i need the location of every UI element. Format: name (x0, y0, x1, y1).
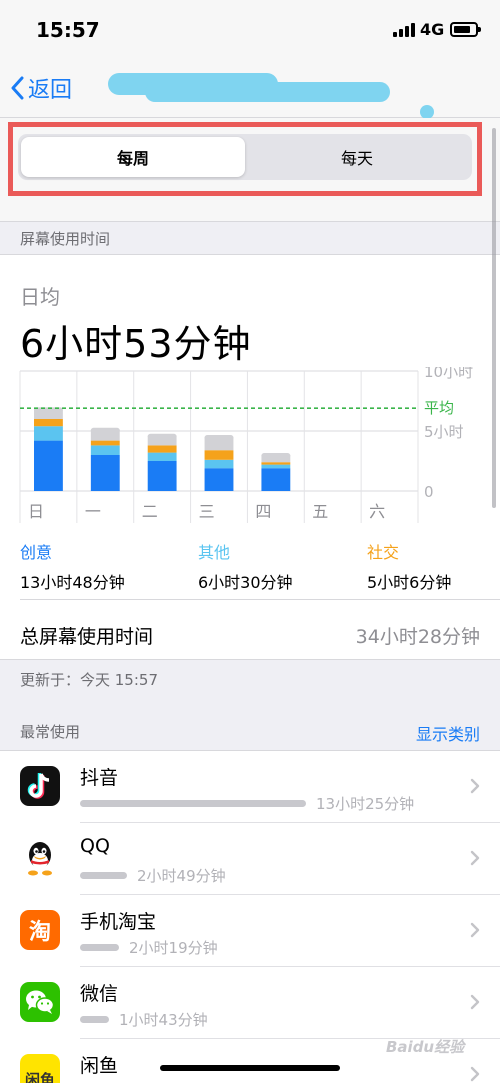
battery-icon (450, 22, 481, 37)
category-summary: 创意 13小时48分钟 其他 6小时30分钟 社交 5小时6分钟 (0, 539, 500, 599)
back-button[interactable]: 返回 (10, 70, 72, 106)
screen-time-card: 日均 6小时53分钟 日 一 二 三 四 五 六 平均 10小时 5小时 0 创意 13小时48分钟… (0, 254, 500, 660)
redacted-title (420, 105, 434, 119)
segmented-control: 每周 每天 (18, 134, 472, 180)
usage-bar (80, 800, 306, 807)
bar-segment (90, 445, 120, 455)
x-tick-label: 四 (255, 502, 271, 521)
updated-timestamp: 更新于：今天 15:57 (20, 671, 158, 689)
back-label: 返回 (28, 78, 73, 103)
bar-segment (261, 464, 291, 469)
total-value: 34小时28分钟 (355, 626, 480, 648)
xianyu-icon: 闲鱼 (20, 1054, 60, 1083)
bar-segment (204, 459, 234, 469)
tab-weekly[interactable]: 每周 (21, 137, 245, 177)
list-item-douyin[interactable]: 抖音 13小时25分钟 (0, 751, 500, 823)
status-bar: 15:57 4G (0, 0, 500, 60)
usage-bar (80, 1016, 109, 1023)
category-value: 5小时6分钟 (367, 573, 452, 592)
douyin-icon (20, 766, 60, 806)
x-tick-label: 日 (28, 502, 44, 521)
x-tick-label: 三 (199, 502, 215, 521)
chevron-right-icon (470, 1066, 480, 1082)
daily-average-value: 6小时53分钟 (20, 322, 252, 366)
tab-daily[interactable]: 每天 (245, 137, 469, 177)
bar-cap (90, 427, 120, 433)
category-name: 其他 (198, 543, 231, 562)
bar-segment (34, 426, 63, 441)
bar-segment (147, 461, 177, 491)
usage-bar (80, 944, 119, 951)
redacted-title (145, 82, 390, 102)
app-name: 微信 (80, 983, 119, 1005)
average-label: 平均 (424, 399, 454, 417)
usage-bar (80, 872, 127, 879)
category-value: 13小时48分钟 (20, 573, 125, 592)
usage-time: 1小时43分钟 (119, 1011, 208, 1029)
watermark: Baidu经验 (386, 1038, 465, 1056)
taobao-icon: 淘 (20, 910, 60, 950)
list-item-qq[interactable]: QQ 2小时49分钟 (0, 823, 500, 895)
y-tick-label: 0 (424, 483, 434, 501)
x-tick-label: 六 (369, 502, 385, 521)
bar-segment (204, 468, 234, 491)
home-indicator[interactable] (160, 1065, 340, 1071)
app-name: 闲鱼 (80, 1055, 119, 1077)
qq-icon (20, 838, 60, 878)
category-creativity: 创意 13小时48分钟 (20, 539, 125, 593)
bar-segment (34, 440, 63, 491)
list-item-wechat[interactable]: 微信 1小时43分钟 (0, 967, 500, 1039)
bar-segment (261, 468, 291, 491)
category-name: 社交 (367, 543, 400, 562)
chevron-right-icon (470, 850, 480, 866)
status-time: 15:57 (36, 18, 100, 42)
category-social: 社交 5小时6分钟 (367, 539, 451, 593)
section-header-screen-time: 屏幕使用时间 (20, 230, 111, 248)
total-screen-time-row[interactable]: 总屏幕使用时间 34小时28分钟 (0, 605, 500, 663)
daily-average-label: 日均 (20, 285, 60, 309)
divider (20, 599, 500, 600)
bar-segment (204, 450, 234, 460)
segmented-control-area: 每周 每天 (0, 118, 500, 222)
navigation-bar: 返回 (0, 60, 500, 119)
y-tick-label: 5小时 (424, 423, 464, 441)
usage-time: 13小时25分钟 (316, 795, 415, 813)
x-tick-label: 五 (312, 502, 328, 521)
total-label: 总屏幕使用时间 (20, 626, 154, 648)
bar-cap (147, 433, 177, 439)
bar-segment (90, 440, 120, 446)
category-other: 其他 6小时30分钟 (198, 539, 293, 593)
x-tick-label: 二 (142, 502, 158, 521)
bar-cap (261, 453, 291, 458)
wechat-icon (20, 982, 60, 1022)
chevron-right-icon (470, 778, 480, 794)
list-item-taobao[interactable]: 淘 手机淘宝 2小时19分钟 (0, 895, 500, 967)
bar-segment (147, 452, 177, 461)
y-tick-label: 10小时 (424, 367, 473, 381)
section-header-most-used: 最常使用 (20, 723, 81, 741)
chevron-right-icon (470, 922, 480, 938)
chevron-left-icon (11, 76, 24, 100)
usage-time: 2小时19分钟 (129, 939, 218, 957)
usage-chart[interactable]: 日 一 二 三 四 五 六 平均 10小时 5小时 0 (0, 367, 500, 527)
x-tick-label: 一 (85, 502, 101, 521)
app-name: QQ (80, 835, 110, 857)
bar-segment (261, 462, 291, 465)
category-value: 6小时30分钟 (198, 573, 293, 592)
app-name: 抖音 (80, 767, 119, 789)
bar-cap (204, 435, 234, 440)
scrollbar[interactable] (492, 128, 496, 508)
cellular-signal-icon (393, 23, 415, 37)
bar-segment (34, 419, 63, 427)
usage-time: 2小时49分钟 (137, 867, 226, 885)
most-used-app-list: 抖音 13小时25分钟 QQ 2小时49分钟 淘 手机淘宝 2小时19分钟 微信… (0, 750, 500, 1083)
network-type: 4G (420, 20, 445, 39)
bar-segment (147, 445, 177, 453)
chevron-right-icon (470, 994, 480, 1010)
bar-segment (90, 455, 120, 491)
category-name: 创意 (20, 543, 53, 562)
show-categories-button[interactable]: 显示类别 (416, 721, 480, 745)
app-name: 手机淘宝 (80, 911, 157, 933)
